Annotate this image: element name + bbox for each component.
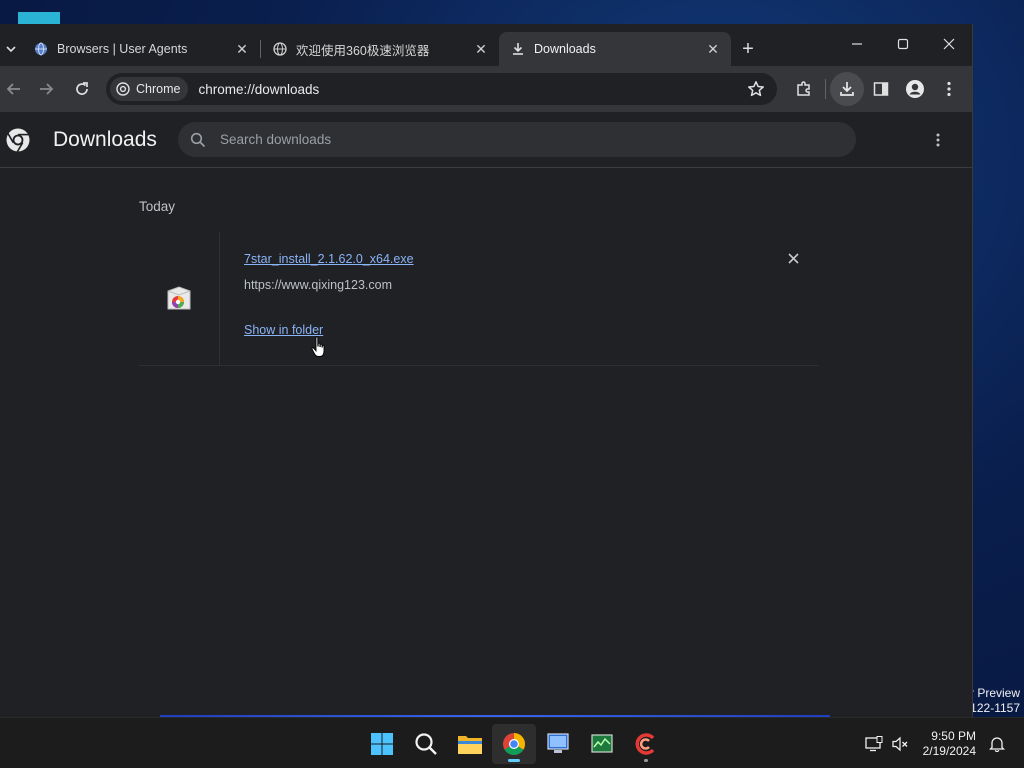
globe-icon (273, 42, 287, 56)
chrome-taskbar-button[interactable] (492, 724, 536, 764)
download-icon (840, 82, 854, 96)
close-icon[interactable]: ✕ (705, 41, 721, 57)
remote-desktop-button[interactable] (536, 724, 580, 764)
downloaded-file-link[interactable]: 7star_install_2.1.62.0_x64.exe (244, 252, 414, 266)
search-icon (415, 733, 437, 755)
chrome-logo-icon (116, 82, 130, 96)
download-source-url: https://www.qixing123.com (244, 278, 392, 292)
build-watermark: r Preview 122-1157 (970, 686, 1020, 716)
arrow-right-icon (40, 83, 54, 95)
minimize-button[interactable] (834, 24, 880, 64)
ccleaner-button[interactable] (624, 724, 668, 764)
close-icon[interactable]: ✕ (234, 41, 250, 57)
puzzle-icon (797, 81, 810, 96)
close-window-button[interactable] (926, 24, 972, 64)
download-icon (513, 43, 523, 55)
browser-toolbar: Chrome chrome://downloads (0, 66, 972, 112)
reload-button[interactable] (64, 71, 100, 107)
avatar-icon (906, 80, 924, 98)
globe-icon (35, 42, 47, 56)
running-app-indicator (644, 759, 648, 762)
tab-browsers-user-agents[interactable]: Browsers | User Agents ✕ (22, 32, 260, 66)
chevron-down-icon (6, 46, 16, 53)
page-header: Downloads Search downloads (0, 112, 972, 168)
kebab-menu-icon (936, 133, 940, 147)
profile-button[interactable] (898, 72, 932, 106)
maximize-button[interactable] (880, 24, 926, 64)
close-icon[interactable]: ✕ (473, 41, 489, 57)
clock-time: 9:50 PM (931, 728, 976, 743)
task-manager-icon (591, 734, 613, 753)
installer-file-icon (167, 286, 191, 310)
downloads-button[interactable] (830, 72, 864, 106)
close-icon (787, 252, 799, 264)
watermark-line-2: 122-1157 (970, 701, 1020, 715)
show-in-folder-link[interactable]: Show in folder (244, 323, 323, 337)
toolbar-separator (825, 79, 826, 99)
chrome-logo-icon (503, 733, 525, 755)
tab-title: Downloads (534, 42, 596, 56)
downloads-page: Downloads Search downloads Today 7star_i (0, 112, 972, 717)
address-bar[interactable]: Chrome chrome://downloads (106, 73, 777, 105)
search-placeholder: Search downloads (220, 132, 332, 147)
folder-icon (458, 736, 482, 754)
new-tab-button[interactable]: + (731, 32, 765, 66)
reload-icon (76, 82, 88, 95)
side-panel-icon (873, 82, 889, 96)
bookmark-star-button[interactable] (741, 74, 771, 104)
tab-title: Browsers | User Agents (57, 42, 188, 56)
maximize-icon (897, 38, 909, 50)
taskbar-apps (360, 724, 668, 764)
watermark-line-1: r Preview (969, 686, 1020, 700)
hand-cursor-icon (311, 336, 325, 357)
task-manager-button[interactable] (580, 724, 624, 764)
url-text[interactable]: chrome://downloads (198, 82, 741, 97)
start-button[interactable] (360, 724, 404, 764)
network-status-icon[interactable] (861, 735, 887, 752)
tab-strip: Browsers | User Agents ✕ 欢迎使用360极速浏览器 ✕ … (0, 24, 972, 66)
search-input[interactable]: Search downloads (178, 122, 856, 157)
browser-window: Browsers | User Agents ✕ 欢迎使用360极速浏览器 ✕ … (0, 24, 973, 717)
close-icon (943, 38, 955, 50)
site-info-chip[interactable]: Chrome (110, 77, 189, 101)
active-app-indicator (508, 759, 520, 762)
tab-downloads[interactable]: Downloads ✕ (499, 32, 731, 66)
kebab-menu-icon (947, 81, 951, 97)
taskbar-search-button[interactable] (404, 724, 448, 764)
forward-button[interactable] (28, 71, 64, 107)
star-icon (748, 81, 764, 97)
back-button[interactable] (0, 71, 28, 107)
chrome-logo-icon (6, 128, 30, 152)
card-divider (219, 232, 220, 366)
extensions-button[interactable] (787, 72, 821, 106)
arrow-left-icon (6, 83, 20, 95)
remote-desktop-icon (547, 733, 569, 753)
tab-title: 欢迎使用360极速浏览器 (296, 43, 430, 58)
chip-label: Chrome (136, 82, 181, 96)
file-explorer-button[interactable] (448, 724, 492, 764)
remove-from-list-button[interactable] (783, 248, 803, 268)
tab-360-browser[interactable]: 欢迎使用360极速浏览器 ✕ (261, 32, 499, 66)
clock-date: 2/19/2024 (922, 743, 976, 758)
volume-muted-icon[interactable] (887, 736, 913, 752)
plus-icon: + (742, 37, 754, 60)
system-tray: 9:50 PM 2/19/2024 (861, 718, 1024, 768)
taskbar: 9:50 PM 2/19/2024 (0, 717, 1024, 768)
page-title: Downloads (53, 127, 157, 151)
system-clock[interactable]: 9:50 PM 2/19/2024 (923, 729, 976, 759)
date-group-label: Today (139, 199, 176, 214)
tab-search-button[interactable] (0, 32, 22, 66)
minimize-icon (852, 43, 862, 45)
download-item: 7star_install_2.1.62.0_x64.exe https://w… (139, 232, 819, 366)
side-panel-button[interactable] (864, 72, 898, 106)
browser-menu-button[interactable] (932, 72, 966, 106)
windows-logo-icon (371, 733, 393, 755)
notification-bell-icon[interactable] (984, 736, 1010, 752)
window-controls (834, 24, 972, 66)
search-icon (190, 132, 206, 147)
downloads-menu-button[interactable] (928, 130, 948, 150)
ccleaner-icon (635, 733, 655, 755)
